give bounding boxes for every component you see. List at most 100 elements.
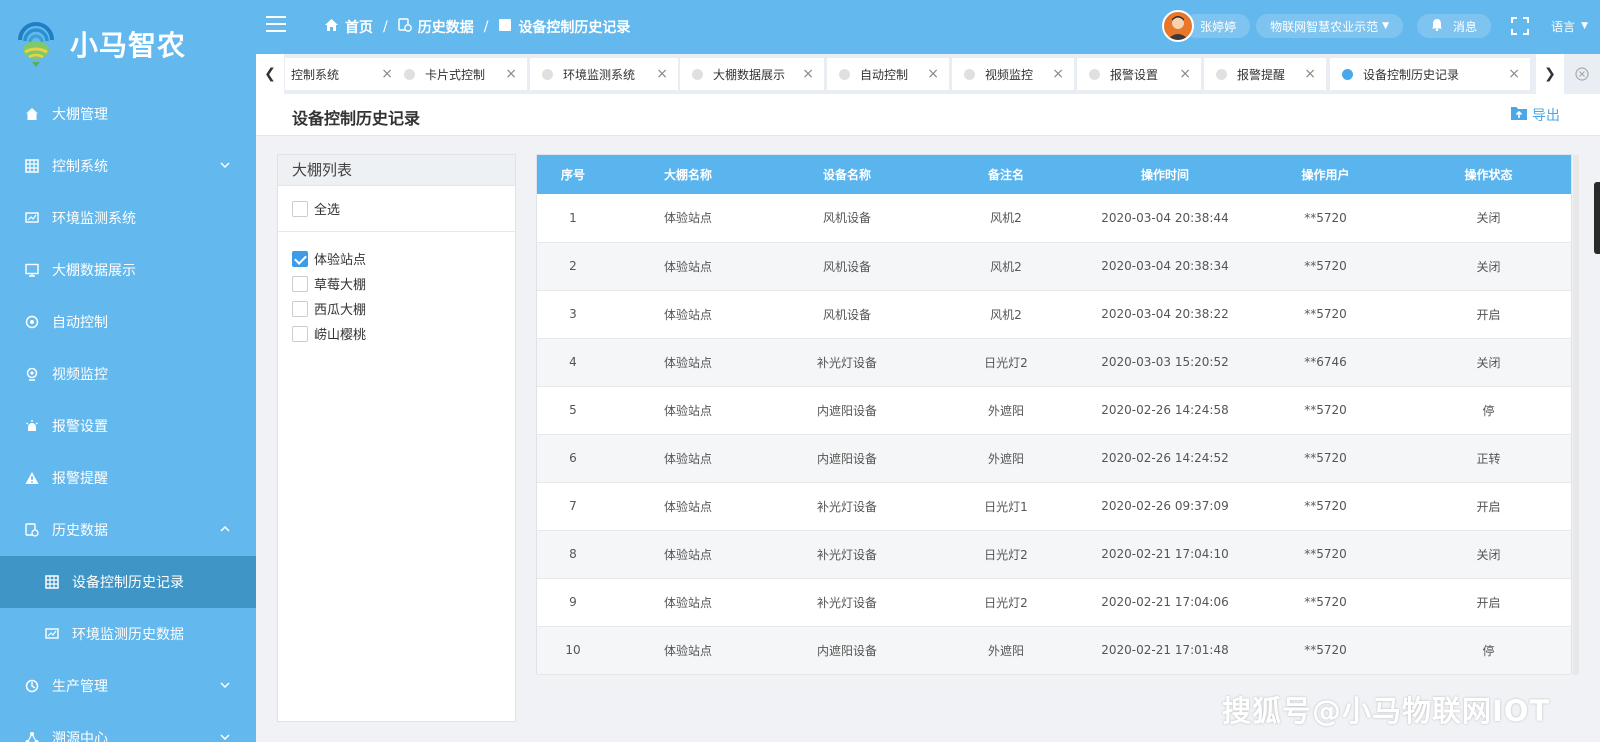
export-button[interactable]: 导出 [1510, 105, 1560, 125]
sidebar-item[interactable]: 溯源中心 [0, 712, 256, 742]
language-select[interactable]: 语言 ▼ [1551, 18, 1588, 35]
sidebar-item[interactable]: 视频监控 [0, 348, 256, 400]
tab[interactable]: 报警设置 × [1077, 58, 1201, 90]
table-row[interactable]: 2 体验站点 风机设备 风机2 2020-03-04 20:38:34 **5720 关闭 [537, 242, 1571, 291]
table-cell: 外遮阳 [927, 626, 1085, 675]
close-icon[interactable]: × [802, 66, 814, 82]
tab-scroll-right-icon[interactable]: ❯ [1536, 54, 1564, 94]
messages-button[interactable]: 消息 [1417, 14, 1492, 38]
sidebar: 小马智农 大棚管理控制系统环境监测系统大棚数据展示 自动控制视频监控报警设置报警提… [0, 0, 256, 742]
table-row[interactable]: 4 体验站点 补光灯设备 日光灯2 2020-03-03 15:20:52 **6746 关… [537, 338, 1571, 387]
close-icon[interactable]: × [1179, 66, 1191, 82]
greenhouse-label: 体验站点 [314, 253, 367, 268]
greenhouse-checkbox[interactable]: 草莓大棚 [278, 271, 515, 296]
tab[interactable]: 卡片式控制 × [392, 58, 527, 90]
tab-label: 控制系统 [291, 67, 340, 82]
table-row[interactable]: 9 体验站点 补光灯设备 日光灯2 2020-02-21 17:04:06 **5720 开… [537, 578, 1571, 627]
sidebar-item-label: 环境监测系统 [52, 211, 136, 227]
home-icon [24, 106, 40, 122]
sidebar-item[interactable]: 设备控制历史记录 [0, 556, 256, 608]
table-row[interactable]: 7 体验站点 补光灯设备 日光灯1 2020-02-26 09:37:09 **5720 开… [537, 482, 1571, 531]
sidebar-item[interactable]: 大棚管理 [0, 88, 256, 140]
tab[interactable]: 控制系统 × [285, 58, 403, 90]
tab[interactable]: 视频监控 × [952, 58, 1074, 90]
select-all-checkbox[interactable]: 全选 [278, 196, 515, 221]
sidebar-item[interactable]: 历史数据 [0, 504, 256, 556]
table-row[interactable]: 8 体验站点 补光灯设备 日光灯2 2020-02-21 17:04:10 **5720 关… [537, 530, 1571, 579]
close-all-tabs-icon[interactable] [1564, 54, 1600, 94]
table-cell: 开启 [1406, 290, 1571, 339]
scrollbar[interactable] [1573, 155, 1579, 675]
sidebar-item[interactable]: 生产管理 [0, 660, 256, 712]
sidebar-item[interactable]: 报警设置 [0, 400, 256, 452]
close-icon[interactable]: × [656, 66, 668, 82]
table-row[interactable]: 10 体验站点 内遮阳设备 外遮阳 2020-02-21 17:01:48 **5720 停 [537, 626, 1571, 675]
tab-status-dot-icon [1089, 68, 1100, 80]
table-header-row: 序号 大棚名称 设备名称 备注名 操作时间 操作用户 操作状态 [537, 155, 1571, 194]
table-column-header[interactable]: 大棚名称 [609, 155, 767, 194]
tab-status-dot-icon [692, 68, 703, 80]
table-cell: 2020-03-03 15:20:52 [1085, 338, 1245, 387]
close-icon[interactable]: × [1304, 66, 1316, 82]
table-cell: **5720 [1245, 290, 1406, 339]
table-row[interactable]: 1 体验站点 风机设备 风机2 2020-03-04 20:38:44 **5720 关闭 [537, 194, 1571, 243]
table-cell: 2020-02-26 14:24:58 [1085, 386, 1245, 435]
sidebar-item-label: 报警提醒 [52, 471, 108, 487]
greenhouse-checkbox[interactable]: 崂山樱桃 [278, 321, 515, 346]
breadcrumb-home[interactable]: 首页 [324, 17, 373, 37]
table-cell: 体验站点 [609, 530, 767, 579]
table-cell: 日光灯1 [927, 482, 1085, 531]
sidebar-item[interactable]: 自动控制 [0, 296, 256, 348]
sidebar-item-label: 视频监控 [52, 367, 108, 383]
user-area: 张婷婷 物联网智慧农业示范 ▼ 消息 语言 ▼ [1162, 10, 1588, 42]
table-column-header[interactable]: 操作时间 [1085, 155, 1245, 194]
close-icon[interactable]: × [1508, 66, 1520, 82]
table-cell: 2020-02-21 17:04:10 [1085, 530, 1245, 579]
tab-scroll-left-icon[interactable]: ❮ [256, 54, 284, 94]
sidebar-item-label: 控制系统 [52, 159, 108, 175]
table-column-header[interactable]: 设备名称 [767, 155, 927, 194]
org-select[interactable]: 物联网智慧农业示范 ▼ [1256, 14, 1404, 38]
menu-toggle-icon[interactable] [266, 16, 286, 34]
table-cell: 外遮阳 [927, 386, 1085, 435]
greenhouse-checkbox[interactable]: 体验站点 [278, 246, 515, 271]
table-row[interactable]: 3 体验站点 风机设备 风机2 2020-03-04 20:38:22 **5720 开启 [537, 290, 1571, 339]
sidebar-item[interactable]: 报警提醒 [0, 452, 256, 504]
table-column-header[interactable]: 操作状态 [1406, 155, 1571, 194]
close-icon[interactable]: × [927, 66, 939, 82]
breadcrumb-current: 设备控制历史记录 [498, 17, 630, 37]
fullscreen-icon[interactable] [1511, 17, 1530, 35]
checkbox-icon [292, 275, 308, 292]
table-row[interactable]: 5 体验站点 内遮阳设备 外遮阳 2020-02-26 14:24:58 **5720 停 [537, 386, 1571, 435]
tab[interactable]: 设备控制历史记录 × [1330, 58, 1530, 90]
sidebar-item[interactable]: 环境监测历史数据 [0, 608, 256, 660]
table-cell: 外遮阳 [927, 434, 1085, 483]
brand-logo[interactable]: 小马智农 [0, 0, 256, 88]
table-column-header[interactable]: 操作用户 [1245, 155, 1406, 194]
checkbox-icon [292, 200, 308, 217]
sidebar-item[interactable]: 环境监测系统 [0, 192, 256, 244]
avatar[interactable] [1162, 10, 1195, 42]
sidebar-item[interactable]: 大棚数据展示 [0, 244, 256, 296]
greenhouse-checkbox[interactable]: 西瓜大棚 [278, 296, 515, 321]
table-cell: 8 [537, 530, 609, 579]
table-cell: 2 [537, 242, 609, 291]
trace-icon [24, 730, 40, 742]
table-cell: **6746 [1245, 338, 1406, 387]
greenhouse-list-panel: 大棚列表 全选 体验站点 草莓大棚 西瓜大棚 崂山樱桃 [277, 154, 516, 722]
table-column-header[interactable]: 备注名 [927, 155, 1085, 194]
sidebar-item-label: 历史数据 [52, 523, 108, 539]
close-icon[interactable]: × [1052, 66, 1064, 82]
tab[interactable]: 报警提醒 × [1204, 58, 1326, 90]
close-icon[interactable]: × [505, 66, 517, 82]
grid-icon [24, 158, 40, 174]
table-column-header[interactable]: 序号 [537, 155, 609, 194]
tab[interactable]: 环境监测系统 × [530, 58, 678, 90]
tab[interactable]: 大棚数据展示 × [680, 58, 824, 90]
tab[interactable]: 自动控制 × [827, 58, 949, 90]
sidebar-item[interactable]: 控制系统 [0, 140, 256, 192]
table-row[interactable]: 6 体验站点 内遮阳设备 外遮阳 2020-02-26 14:24:52 **5720 正转 [537, 434, 1571, 483]
table-cell: 日光灯2 [927, 578, 1085, 627]
table-icon [44, 574, 60, 590]
breadcrumb-history[interactable]: 历史数据 [397, 17, 474, 37]
